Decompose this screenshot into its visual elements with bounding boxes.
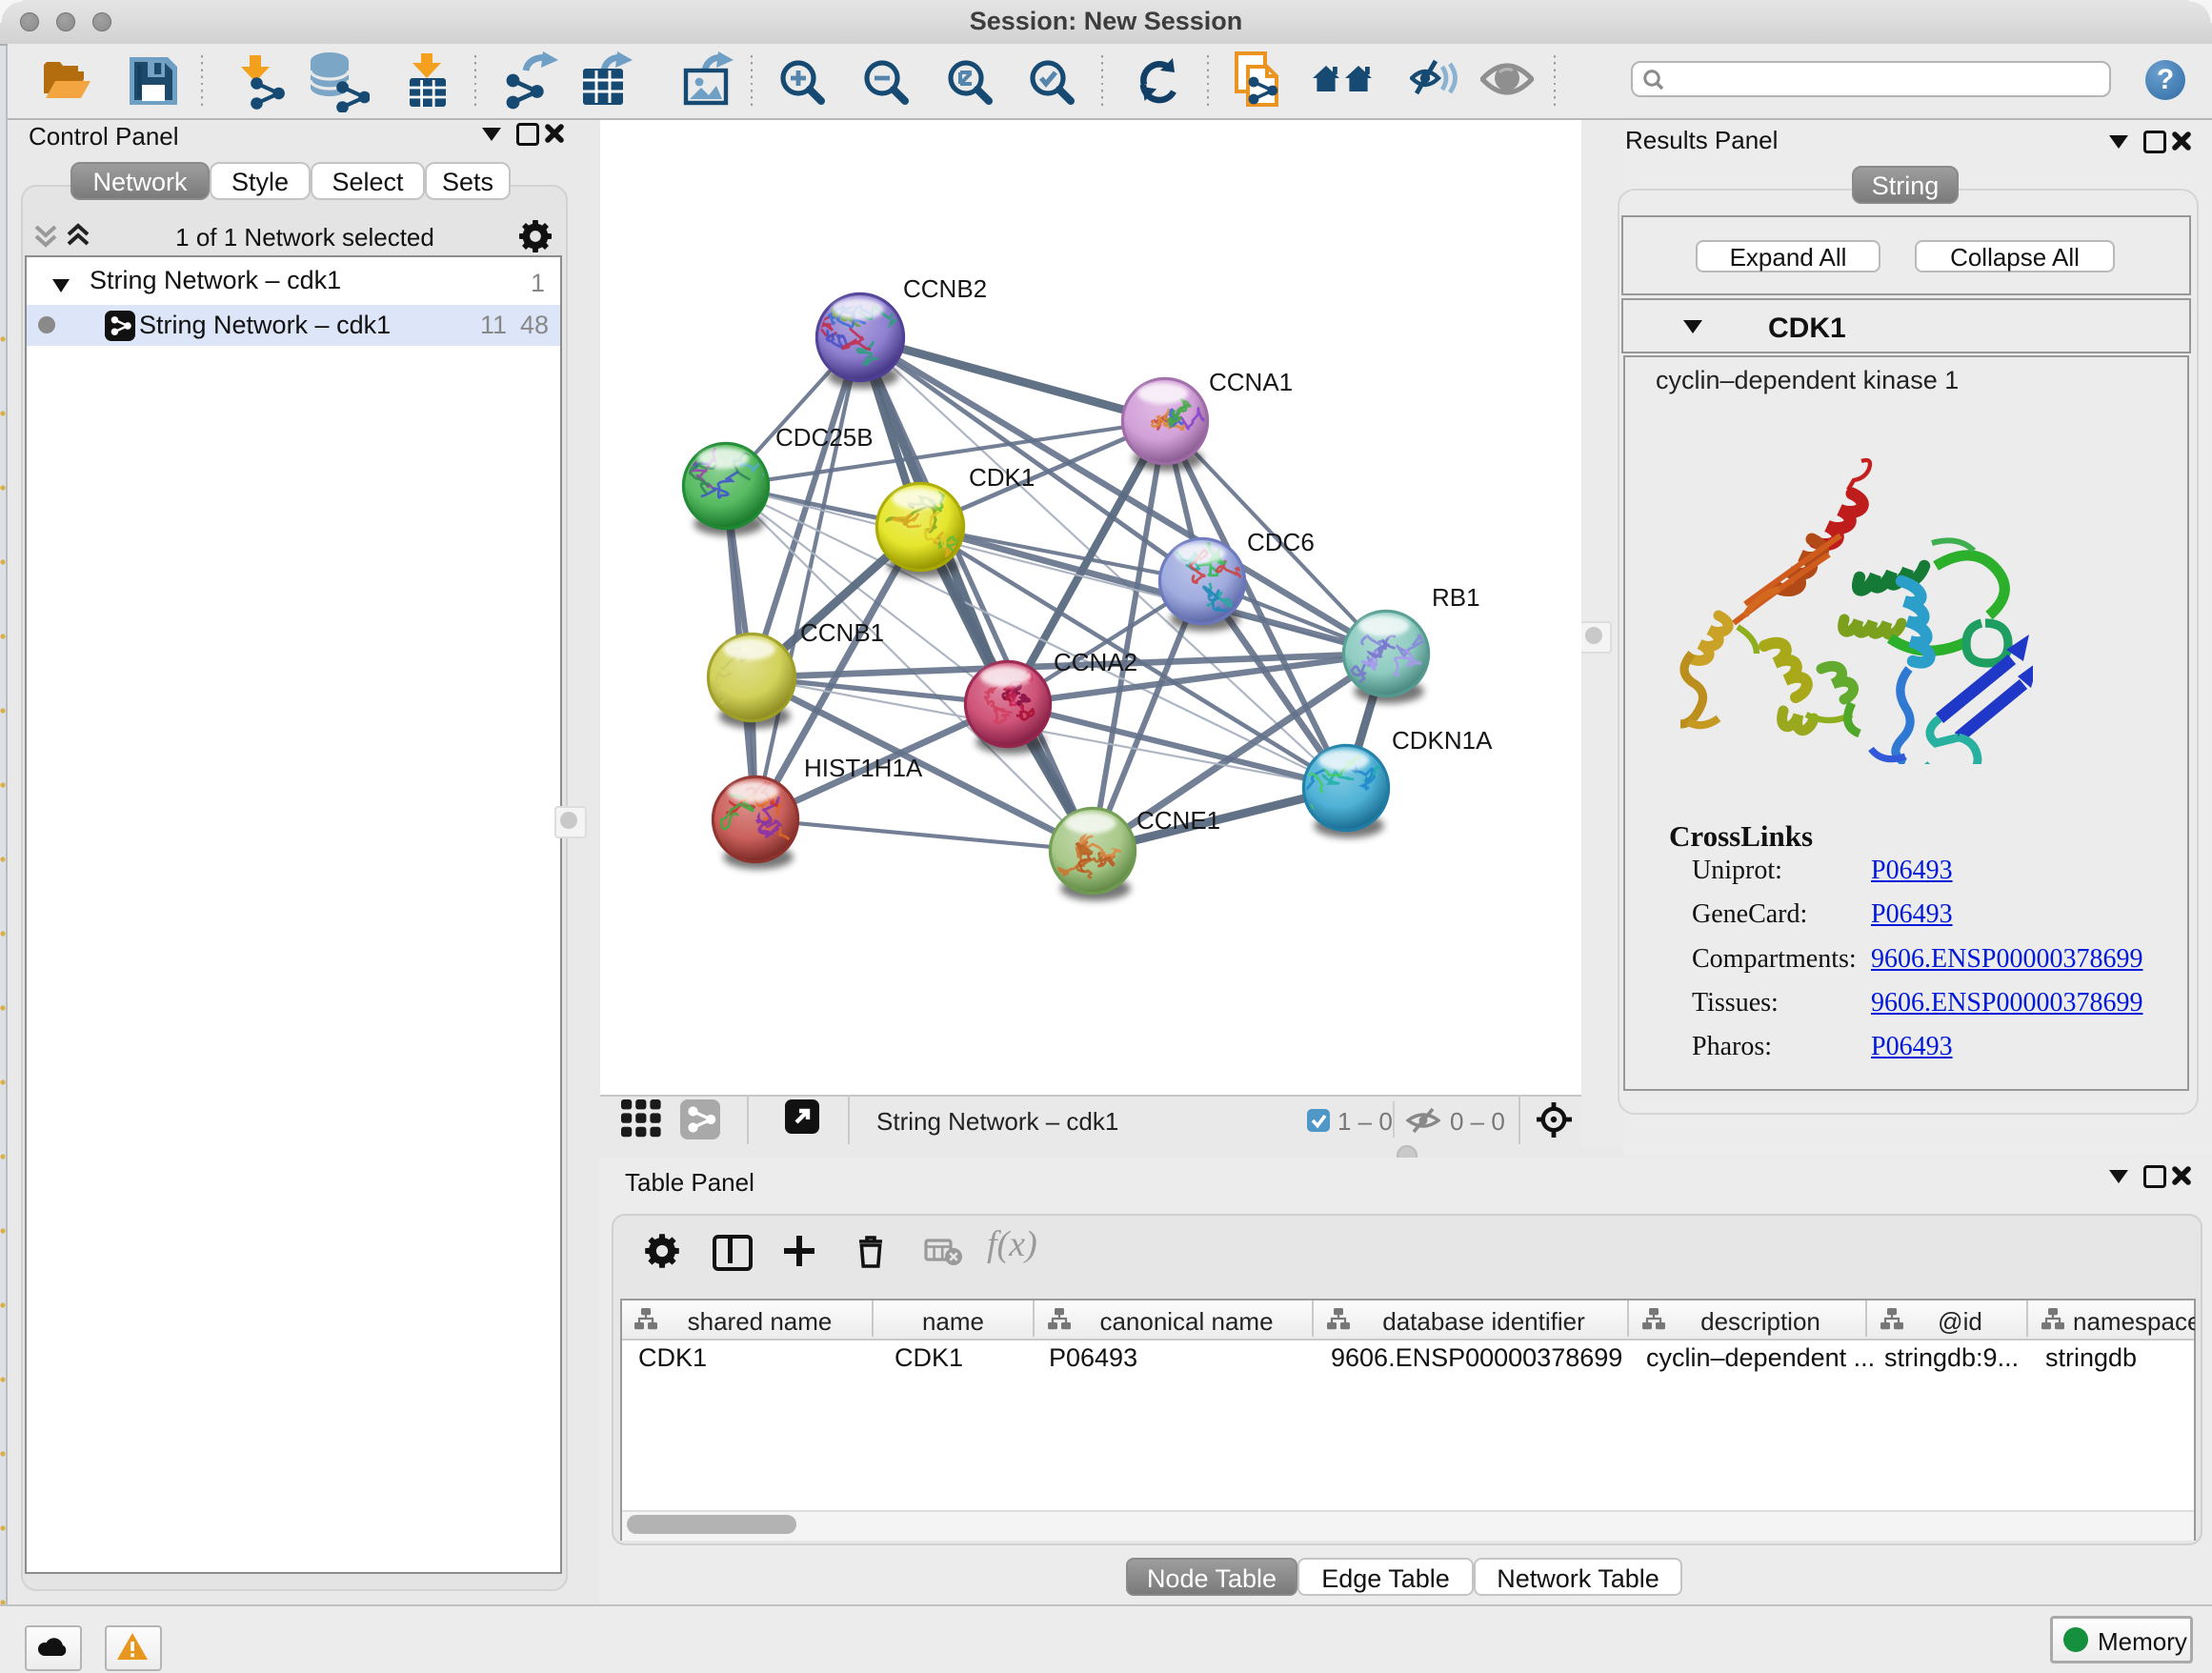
svg-text:HIST1H1A: HIST1H1A [804, 754, 923, 782]
svg-text:CCNA2: CCNA2 [1054, 648, 1137, 676]
svg-text:CDC25B: CDC25B [775, 423, 874, 452]
svg-text:CCNE1: CCNE1 [1136, 806, 1220, 835]
svg-text:CDKN1A: CDKN1A [1392, 726, 1493, 755]
svg-text:CDK1: CDK1 [969, 463, 1035, 492]
svg-text:CDC6: CDC6 [1247, 528, 1315, 556]
svg-text:CCNB1: CCNB1 [800, 618, 884, 647]
svg-text:RB1: RB1 [1432, 583, 1480, 612]
svg-text:CCNA1: CCNA1 [1209, 368, 1293, 396]
svg-text:CCNB2: CCNB2 [903, 274, 987, 303]
